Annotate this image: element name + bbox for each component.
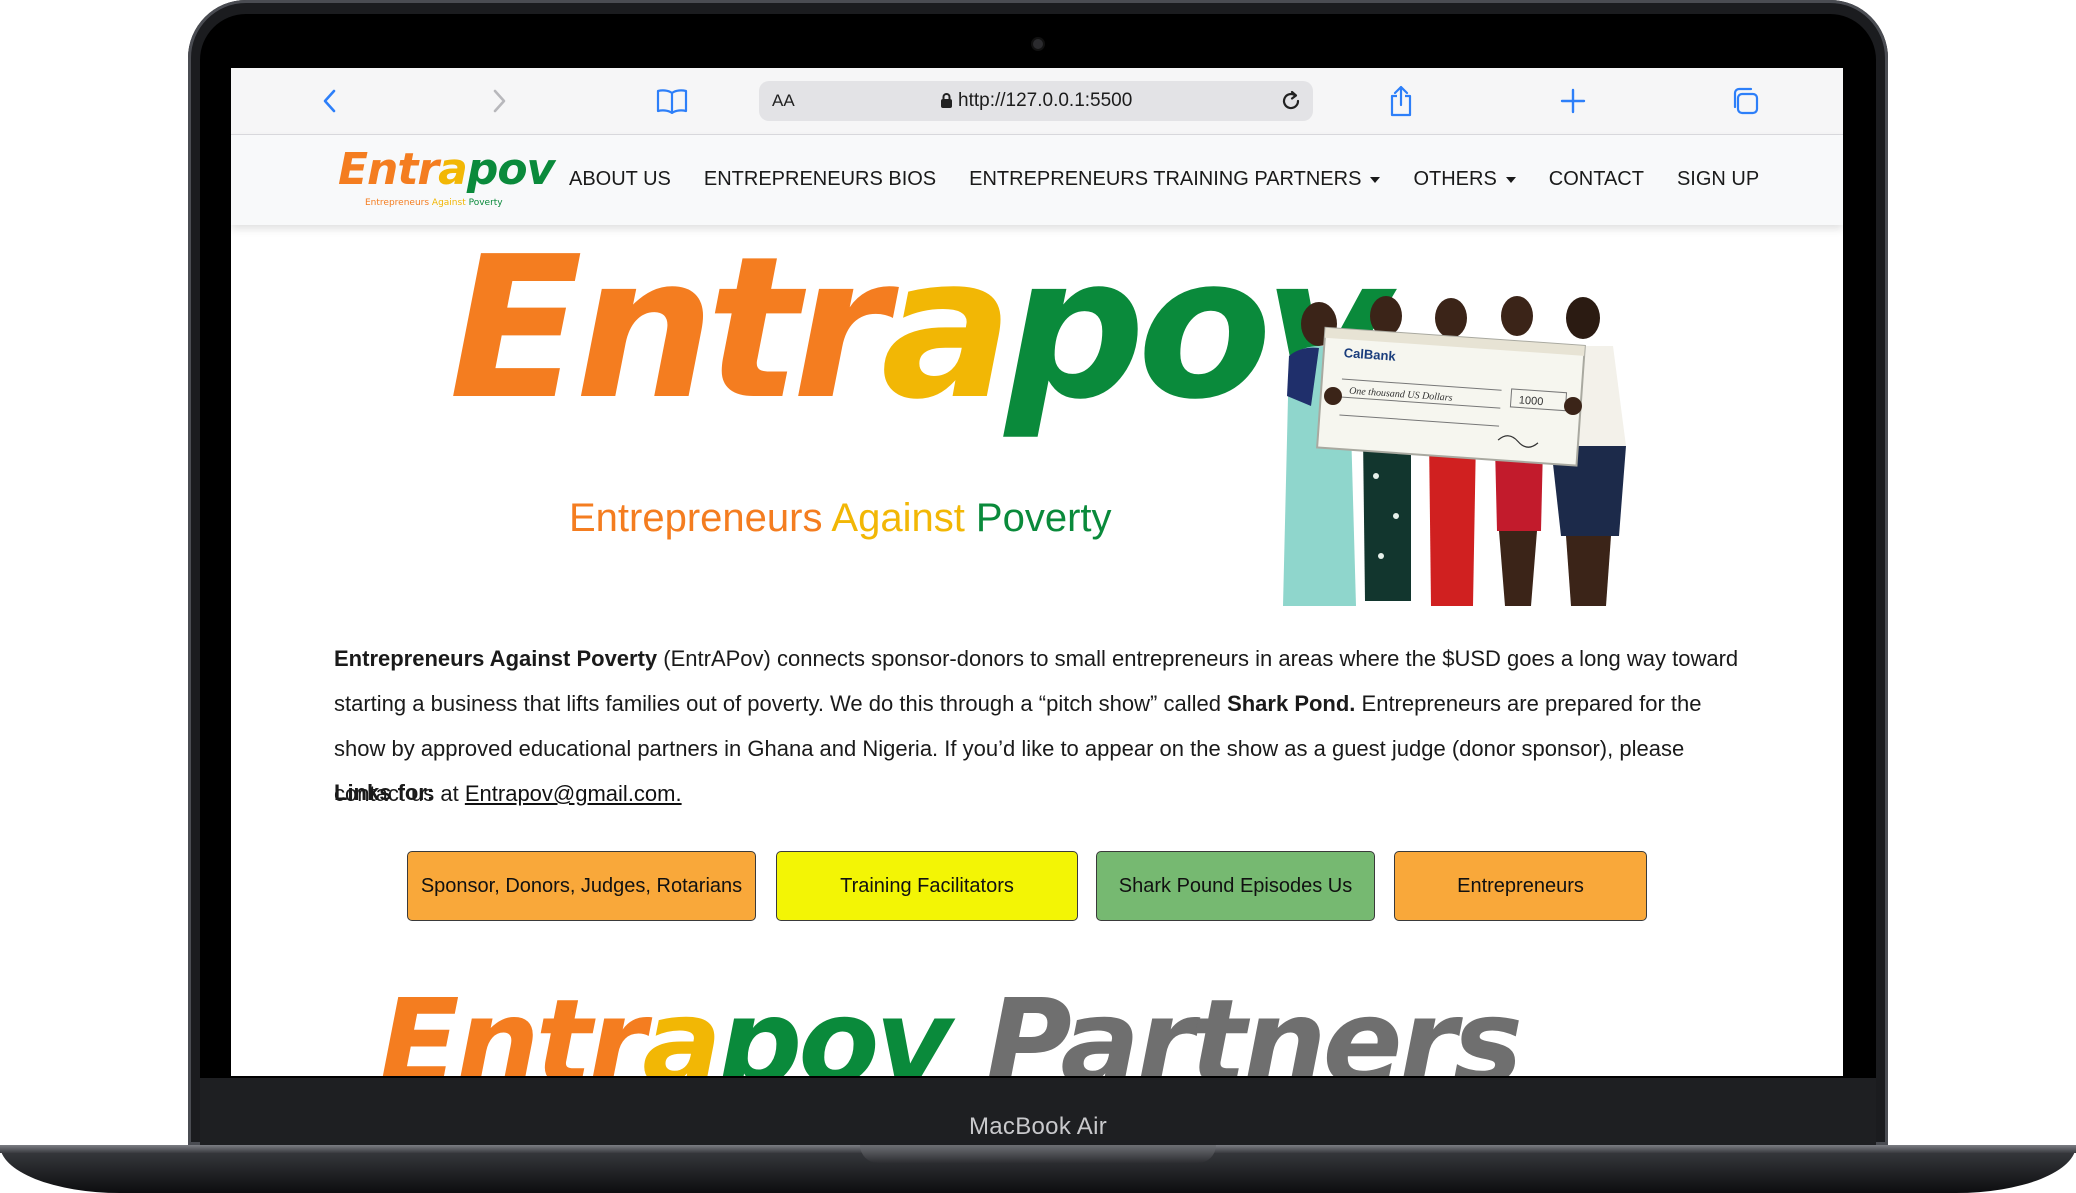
browser-toolbar: AA http://127.0.0.1:5500 <box>231 68 1843 135</box>
site-logo[interactable]: Entrapov Entrepreneurs Against Poverty <box>338 144 555 212</box>
partners-heading: Entrapov Partners <box>379 973 1523 1076</box>
camera-icon <box>1033 39 1043 49</box>
nav-contact[interactable]: CONTACT <box>1549 168 1644 191</box>
shark-pound-episodes-button[interactable]: Shark Pound Episodes Us <box>1096 851 1375 921</box>
hero-photo: CalBank 1000 One thousand US Dollars <box>1261 286 1661 616</box>
intro-paragraph: Entrepreneurs Against Poverty (EntrAPov)… <box>334 636 1754 816</box>
links-for-heading: Links for: <box>334 780 435 805</box>
address-bar[interactable]: AA http://127.0.0.1:5500 <box>759 81 1313 121</box>
laptop-hinge-notch <box>860 1145 1216 1163</box>
reload-icon[interactable] <box>1279 89 1303 118</box>
site-navbar: Entrapov Entrepreneurs Against Poverty A… <box>231 135 1843 225</box>
hero-logo: Entrapov <box>449 231 1392 483</box>
url-text: http://127.0.0.1:5500 <box>958 90 1133 111</box>
intro-org-name: Entrepreneurs Against Poverty <box>334 646 658 671</box>
svg-text:1000: 1000 <box>1518 394 1543 408</box>
reader-text-size-button[interactable]: AA <box>772 91 795 111</box>
hero-tagline: Entrepreneurs Against Poverty <box>569 496 1112 540</box>
chevron-down-icon <box>1505 176 1516 183</box>
sponsors-button[interactable]: Sponsor, Donors, Judges, Rotarians <box>407 851 756 921</box>
site-logo-word: Entrapov <box>338 144 555 195</box>
nav-entrepreneurs-bios[interactable]: ENTREPRENEURS BIOS <box>704 168 936 191</box>
device-label: MacBook Air <box>968 1113 1108 1140</box>
tabs-icon[interactable] <box>1728 84 1762 118</box>
bookmarks-icon[interactable] <box>655 84 689 118</box>
lock-icon <box>940 92 953 114</box>
intro-show-name: Shark Pond. <box>1227 691 1356 716</box>
back-icon[interactable] <box>312 84 346 118</box>
cheque: CalBank 1000 One thousand US Dollars <box>1316 326 1586 467</box>
share-icon[interactable] <box>1384 84 1418 118</box>
screen: AA http://127.0.0.1:5500 Entrapov Entrep… <box>231 68 1843 1076</box>
nav-sign-up[interactable]: SIGN UP <box>1677 168 1759 191</box>
nav-others[interactable]: OTHERS <box>1413 168 1516 191</box>
nav-about-us[interactable]: ABOUT US <box>569 168 671 191</box>
nav-entrepreneurs-training-partners[interactable]: ENTREPRENEURS TRAINING PARTNERS <box>969 168 1381 191</box>
nav-menu: ABOUT US ENTREPRENEURS BIOS ENTREPRENEUR… <box>569 168 1759 191</box>
forward-icon[interactable] <box>483 84 517 118</box>
site-logo-tagline: Entrepreneurs Against Poverty <box>365 198 503 208</box>
contact-email-link[interactable]: Entrapov@gmail.com. <box>465 781 682 806</box>
new-tab-icon[interactable] <box>1556 84 1590 118</box>
training-facilitators-button[interactable]: Training Facilitators <box>776 851 1078 921</box>
chevron-down-icon <box>1370 176 1381 183</box>
hero-logo-word: Entrapov <box>449 215 1392 443</box>
entrepreneurs-button[interactable]: Entrepreneurs <box>1394 851 1647 921</box>
